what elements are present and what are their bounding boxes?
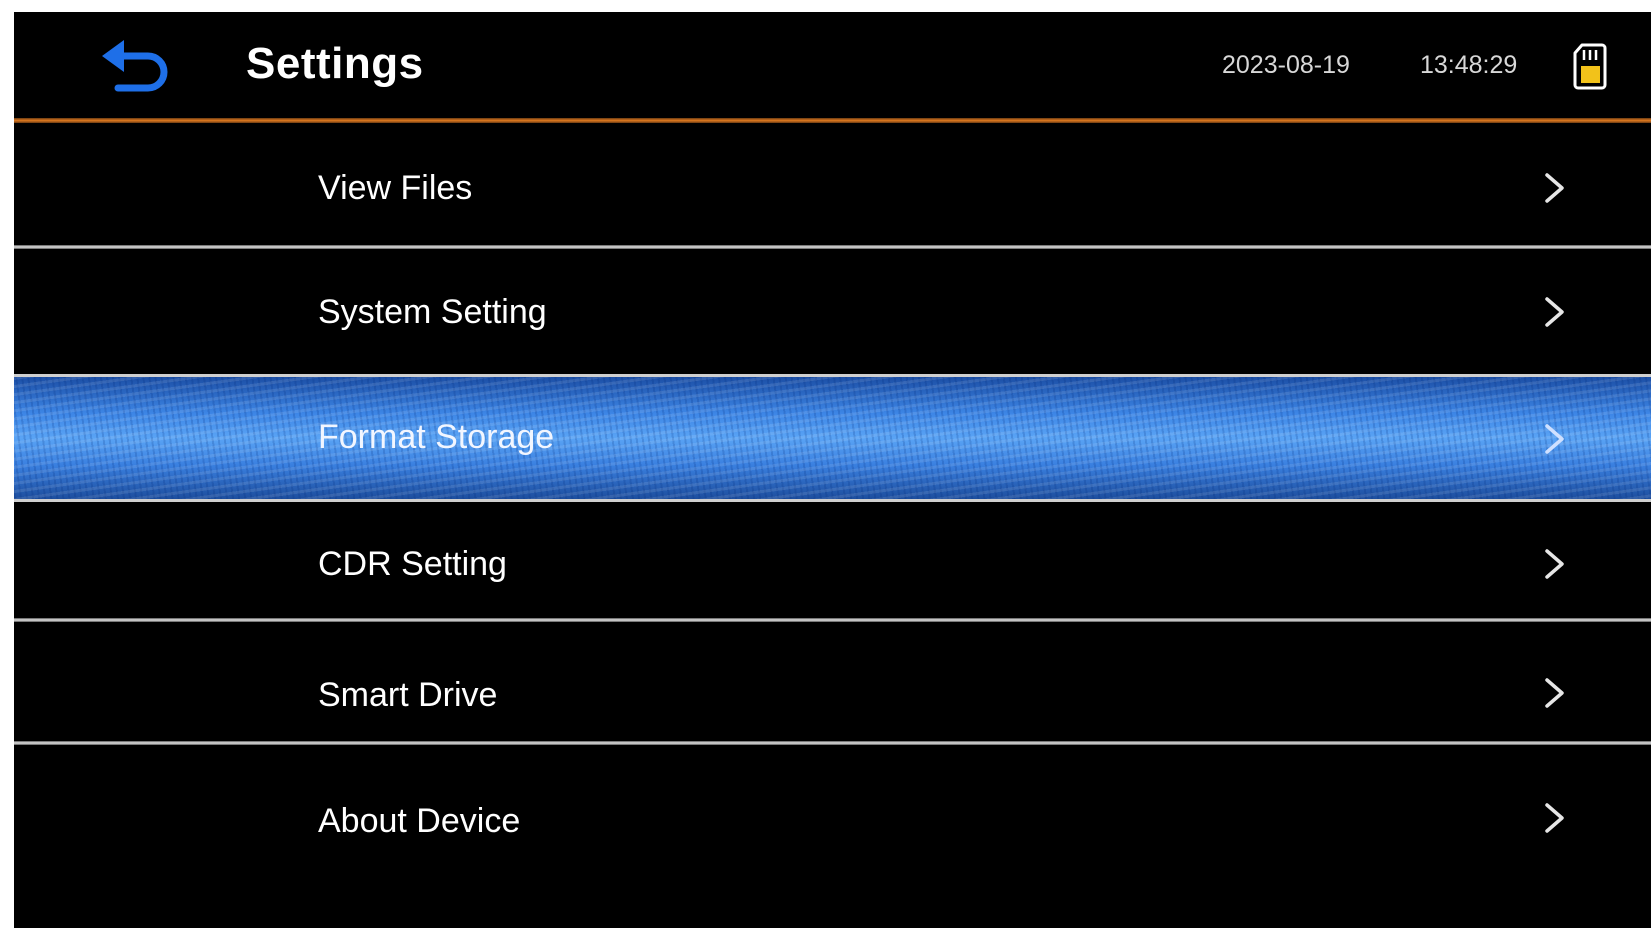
sd-card-icon <box>1572 42 1608 90</box>
chevron-right-icon <box>1545 803 1564 833</box>
menu-item-format-storage[interactable]: Format Storage <box>14 374 1651 502</box>
header-bar: Settings 2023-08-19 13:48:29 <box>14 12 1651 116</box>
chevron-right-icon <box>1545 173 1564 203</box>
time-display: 13:48:29 <box>1420 51 1518 79</box>
chevron-right-icon <box>1545 678 1564 708</box>
chevron-right-icon <box>1545 297 1564 327</box>
menu-item-label: System Setting <box>318 293 547 331</box>
menu-item-label: Smart Drive <box>318 676 498 714</box>
menu-item-cdr-setting[interactable]: CDR Setting <box>14 504 1651 620</box>
settings-screen: Settings 2023-08-19 13:48:29 View Files … <box>14 12 1651 928</box>
chevron-right-icon <box>1545 424 1564 454</box>
menu-divider <box>14 741 1651 745</box>
menu-item-view-files[interactable]: View Files <box>14 124 1651 244</box>
menu-item-label: Format Storage <box>318 418 555 456</box>
menu-item-system-setting[interactable]: System Setting <box>14 250 1651 370</box>
menu-item-label: CDR Setting <box>318 545 507 583</box>
back-arrow-icon <box>102 40 168 92</box>
menu-divider <box>14 245 1651 249</box>
menu-item-about-device[interactable]: About Device <box>14 746 1651 928</box>
back-button[interactable] <box>98 34 178 98</box>
chevron-right-icon <box>1545 549 1564 579</box>
menu-item-smart-drive[interactable]: Smart Drive <box>14 623 1651 743</box>
menu-divider <box>14 618 1651 622</box>
header-divider <box>14 118 1651 123</box>
page-title: Settings <box>246 39 424 88</box>
date-display: 2023-08-19 <box>1222 51 1350 79</box>
menu-item-label: About Device <box>318 802 521 840</box>
menu-item-label: View Files <box>318 169 473 207</box>
